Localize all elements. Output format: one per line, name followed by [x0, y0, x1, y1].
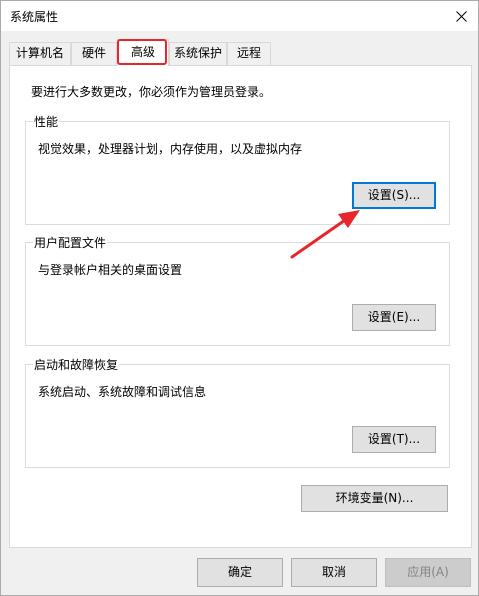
window-title: 系统属性: [10, 10, 59, 24]
red-arrow-annotation: [290, 210, 360, 259]
user-profiles-group-title: 用户配置文件: [33, 234, 108, 251]
tab-remote[interactable]: 远程: [227, 42, 271, 65]
startup-recovery-group: 启动和故障恢复 系统启动、系统故障和调试信息 设置(T)...: [25, 356, 450, 468]
tab-hardware[interactable]: 硬件: [71, 42, 117, 65]
startup-recovery-group-title: 启动和故障恢复: [33, 356, 120, 373]
cancel-button[interactable]: 取消: [291, 558, 377, 587]
title-bar: 系统属性: [1, 1, 478, 31]
admin-notice: 要进行大多数更改，你必须作为管理员登录。: [31, 85, 272, 99]
system-properties-window: 系统属性 计算机名 硬件 高级 系统保护 远程 要进行大多数更改，你必须作为管理…: [0, 0, 479, 596]
close-icon: [455, 10, 467, 22]
tab-panel-advanced: 要进行大多数更改，你必须作为管理员登录。 性能 视觉效果，处理器计划，内存使用，…: [9, 65, 472, 548]
tab-advanced[interactable]: 高级: [117, 39, 169, 66]
user-profiles-settings-button[interactable]: 设置(E)...: [352, 304, 436, 331]
user-profiles-group: 用户配置文件 与登录帐户相关的桌面设置 设置(E)...: [25, 234, 450, 346]
tab-system-protection[interactable]: 系统保护: [169, 42, 227, 65]
ok-button[interactable]: 确定: [197, 558, 283, 587]
close-button[interactable]: [444, 1, 478, 31]
performance-settings-button[interactable]: 设置(S)...: [352, 182, 436, 209]
user-profiles-description: 与登录帐户相关的桌面设置: [38, 263, 183, 277]
tab-strip: 计算机名 硬件 高级 系统保护 远程: [9, 39, 474, 66]
startup-recovery-settings-button[interactable]: 设置(T)...: [352, 426, 436, 453]
environment-variables-button[interactable]: 环境变量(N)...: [301, 485, 448, 512]
performance-group: 性能 视觉效果，处理器计划，内存使用，以及虚拟内存 设置(S)...: [25, 113, 450, 225]
apply-button: 应用(A): [385, 558, 471, 587]
startup-recovery-description: 系统启动、系统故障和调试信息: [38, 385, 207, 399]
performance-group-title: 性能: [33, 113, 60, 130]
tab-computer-name[interactable]: 计算机名: [9, 42, 71, 65]
performance-description: 视觉效果，处理器计划，内存使用，以及虚拟内存: [38, 142, 303, 156]
